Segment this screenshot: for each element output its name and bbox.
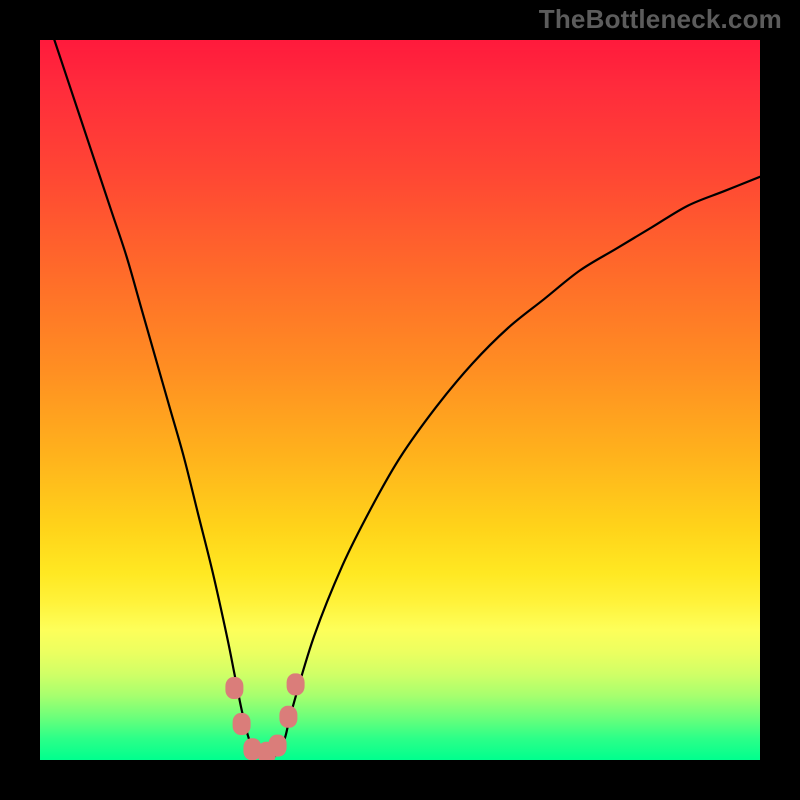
- curve-svg: [40, 40, 760, 760]
- curve-markers: [225, 673, 304, 760]
- curve-marker: [233, 713, 251, 735]
- chart-frame: TheBottleneck.com: [0, 0, 800, 800]
- plot-area: [40, 40, 760, 760]
- watermark-text: TheBottleneck.com: [539, 4, 782, 35]
- curve-marker: [225, 677, 243, 699]
- curve-marker: [269, 735, 287, 757]
- curve-marker: [287, 673, 305, 695]
- curve-marker: [279, 706, 297, 728]
- bottleneck-curve: [54, 40, 760, 760]
